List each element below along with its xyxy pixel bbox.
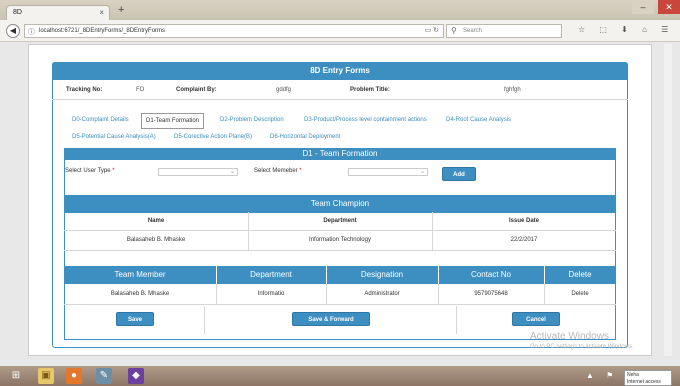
tab-d3[interactable]: D3-Product/Process level containment act… xyxy=(304,117,427,123)
champion-name: Balasaheb B. Mhaske xyxy=(126,237,186,243)
col-divider xyxy=(438,284,439,304)
tab-d0[interactable]: D0-Complaint Details xyxy=(72,117,129,123)
member-col-designation: Designation xyxy=(360,270,404,279)
member-select[interactable]: ⌄ xyxy=(348,168,428,176)
champion-department: Information Technology xyxy=(309,237,371,243)
toolbar-icons[interactable]: ☆ ⬚ ⬇ ⌂ ☰ xyxy=(578,25,674,34)
tab-close-icon[interactable]: × xyxy=(99,8,104,17)
file-explorer-icon[interactable]: ▣ xyxy=(38,368,54,384)
col-divider xyxy=(248,212,249,250)
scrollbar[interactable] xyxy=(664,44,672,356)
visual-studio-icon[interactable]: ◆ xyxy=(128,368,144,384)
divider xyxy=(52,99,628,100)
champion-col-department: Department xyxy=(323,218,357,224)
new-tab-button[interactable]: + xyxy=(118,4,124,16)
team-champion-header: Team Champion xyxy=(64,195,616,213)
member-department: Informatio xyxy=(257,291,285,297)
activate-windows-title: Activate Windows xyxy=(530,331,609,342)
col-divider xyxy=(204,306,205,334)
firefox-icon[interactable]: ● xyxy=(66,368,82,384)
search-placeholder: Search xyxy=(463,28,483,34)
tab-d1[interactable]: D1-Team Formation xyxy=(141,113,205,129)
problem-title-value: fghfgh xyxy=(504,87,521,93)
champion-issue-date: 22/2/2017 xyxy=(510,237,538,243)
back-icon[interactable]: ◀ xyxy=(6,24,20,38)
champion-col-name: Name xyxy=(147,218,165,224)
member-col-contact: Contact No xyxy=(470,270,512,279)
chevron-down-icon: ⌄ xyxy=(419,169,425,175)
save-forward-button[interactable]: Save & Forward xyxy=(292,312,370,326)
complaint-by-label: Complaint By: xyxy=(176,87,217,93)
cancel-button[interactable]: Cancel xyxy=(512,312,560,326)
member-designation: Administrator xyxy=(364,291,400,297)
tab-d2[interactable]: D2-Problem Description xyxy=(220,117,284,123)
col-divider xyxy=(326,284,327,304)
row-divider xyxy=(64,250,616,251)
member-col-delete: Delete xyxy=(568,270,592,279)
col-divider xyxy=(456,306,457,334)
info-icon: ⓘ xyxy=(28,29,35,36)
member-delete-link[interactable]: Delete xyxy=(544,285,616,303)
close-window-button[interactable]: ✕ xyxy=(658,0,680,14)
user-type-label: Select User Type * xyxy=(65,168,115,174)
champion-col-issue-date: Issue Date xyxy=(508,218,539,224)
tab-d6[interactable]: D6-Horizontal Deployment xyxy=(270,134,340,140)
tracking-no-label: Tracking No: xyxy=(66,87,103,93)
network-notification: Neha Internet access xyxy=(624,370,672,386)
member-col-name: Team Member xyxy=(114,270,166,279)
tracking-no-value: FO xyxy=(136,87,145,93)
page-title: 8D Entry Forms xyxy=(52,62,628,80)
col-divider xyxy=(432,212,433,250)
user-type-select[interactable]: ⌄ xyxy=(158,168,238,176)
minimize-button[interactable]: – xyxy=(632,0,654,14)
url-text: localhost:6721/_8DEntryForms/_8DEntryFor… xyxy=(39,28,166,34)
chevron-down-icon: ⌄ xyxy=(229,169,235,175)
reload-icon[interactable]: ▭ ↻ xyxy=(425,26,439,34)
col-divider xyxy=(216,284,217,304)
browser-tab[interactable]: 8D × xyxy=(6,5,110,20)
save-button[interactable]: Save xyxy=(116,312,154,326)
search-icon: ⚲ xyxy=(451,26,457,35)
member-label: Select Memeber * xyxy=(254,168,302,174)
row-divider xyxy=(64,304,616,305)
address-bar[interactable]: ⓘ localhost:6721/_8DEntryForms/_8DEntryF… xyxy=(24,24,444,38)
tab-d5a[interactable]: D5-Potential Cause Analysis(A) xyxy=(72,134,156,140)
browser-tab-bar: 8D × + xyxy=(0,0,680,20)
complaint-by-value: gddfg xyxy=(276,87,292,93)
taskbar: ⊞ ▣ ● ✎ ◆ ▲ ⚑ ◧ xyxy=(0,366,680,386)
tools-icon[interactable]: ✎ xyxy=(96,368,112,384)
member-col-department: Department xyxy=(250,270,292,279)
col-divider xyxy=(544,284,545,304)
add-button[interactable]: Add xyxy=(442,167,476,181)
activate-windows-sub: Go to PC settings to activate Windows. xyxy=(530,344,634,350)
tab-d4[interactable]: D4-Root Cause Analysis xyxy=(446,117,511,123)
problem-title-label: Problem Title: xyxy=(350,87,390,93)
member-contact: 9579075648 xyxy=(474,291,508,297)
member-name: Balasaheb B. Mhaske xyxy=(110,291,170,297)
search-input[interactable]: ⚲ Search xyxy=(446,24,562,38)
browser-nav-bar: ◀ ⓘ localhost:6721/_8DEntryForms/_8DEntr… xyxy=(0,20,680,42)
tab-d5b[interactable]: D5-Corective Action Plane(B) xyxy=(174,134,252,140)
windows-start-icon[interactable]: ⊞ xyxy=(8,368,24,384)
d1-title: D1 - Team Formation xyxy=(64,148,616,160)
tab-title: 8D xyxy=(13,9,22,16)
